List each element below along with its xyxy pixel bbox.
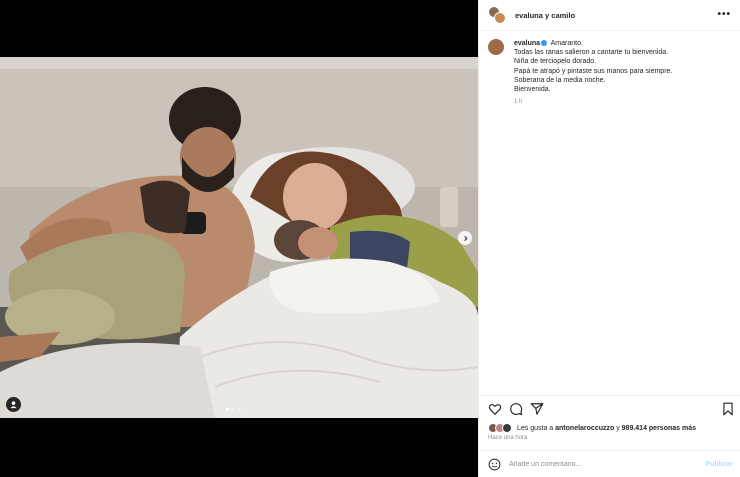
likes-text: Les gusta a antonelaroccuzzo y 989.414 p… xyxy=(517,425,696,432)
comment-icon[interactable] xyxy=(509,402,523,416)
likes-row: Les gusta a antonelaroccuzzo y 989.414 p… xyxy=(488,423,696,433)
caption-body: evaluna Amaranto. Todas las ranas salier… xyxy=(514,39,672,107)
post-photo[interactable] xyxy=(0,57,478,418)
collab-avatars[interactable] xyxy=(488,6,506,24)
caption-line: Soberana de la media noche. xyxy=(514,76,606,84)
share-icon[interactable] xyxy=(530,402,544,416)
more-icon[interactable]: ••• xyxy=(717,9,731,20)
next-slide-button[interactable] xyxy=(458,231,472,245)
posted-time[interactable]: Hace una hora xyxy=(488,435,527,441)
carousel-dot xyxy=(232,408,235,411)
caption-line: Todas las ranas salieron a cantarte tu b… xyxy=(514,49,669,57)
carousel-dot xyxy=(238,408,241,411)
caption-line: Papá te atrapó y pintaste sus manos para… xyxy=(514,67,673,75)
liker-username[interactable]: antonelaroccuzzo xyxy=(555,425,614,432)
carousel-dot xyxy=(226,408,229,411)
post-caption: evaluna Amaranto. Todas las ranas salier… xyxy=(488,39,733,107)
caption-avatar[interactable] xyxy=(488,39,504,55)
caption-line: Amaranto. xyxy=(550,40,583,47)
liker-avatars[interactable] xyxy=(488,423,514,433)
avatar xyxy=(502,423,512,433)
verified-icon xyxy=(541,39,548,46)
caption-time[interactable]: 1 h xyxy=(514,98,672,107)
post-media xyxy=(0,0,478,477)
emoji-icon[interactable] xyxy=(488,458,501,471)
tag-user-icon xyxy=(10,401,17,409)
caption-username[interactable]: evaluna xyxy=(514,40,540,47)
caption-line: Niña de terciopelo dorado. xyxy=(514,58,597,66)
avatar xyxy=(494,12,506,24)
post-header: evaluna y camilo ••• xyxy=(479,0,740,31)
caption-first-line: evaluna Amaranto. xyxy=(514,39,672,48)
post-side-panel: evaluna y camilo ••• evaluna Amaranto. T… xyxy=(478,0,740,477)
family-photo-image xyxy=(0,57,478,418)
heart-icon[interactable] xyxy=(488,402,502,416)
tag-user-button[interactable] xyxy=(6,397,21,412)
publish-button[interactable]: Publicar xyxy=(705,461,733,468)
bookmark-icon[interactable] xyxy=(721,402,735,416)
comment-bar: Publicar xyxy=(479,450,740,477)
likes-count[interactable]: 989.414 personas más xyxy=(622,425,696,432)
caption-line: Bienvenida. xyxy=(514,86,551,94)
next-arrow-icon xyxy=(463,235,468,241)
post-actions xyxy=(479,395,740,423)
likes-middle: y xyxy=(614,424,622,432)
carousel-dots xyxy=(226,408,241,411)
post-author-name[interactable]: evaluna y camilo xyxy=(515,11,575,20)
comment-input[interactable] xyxy=(509,460,689,468)
likes-prefix: Les gusta a xyxy=(517,424,556,432)
